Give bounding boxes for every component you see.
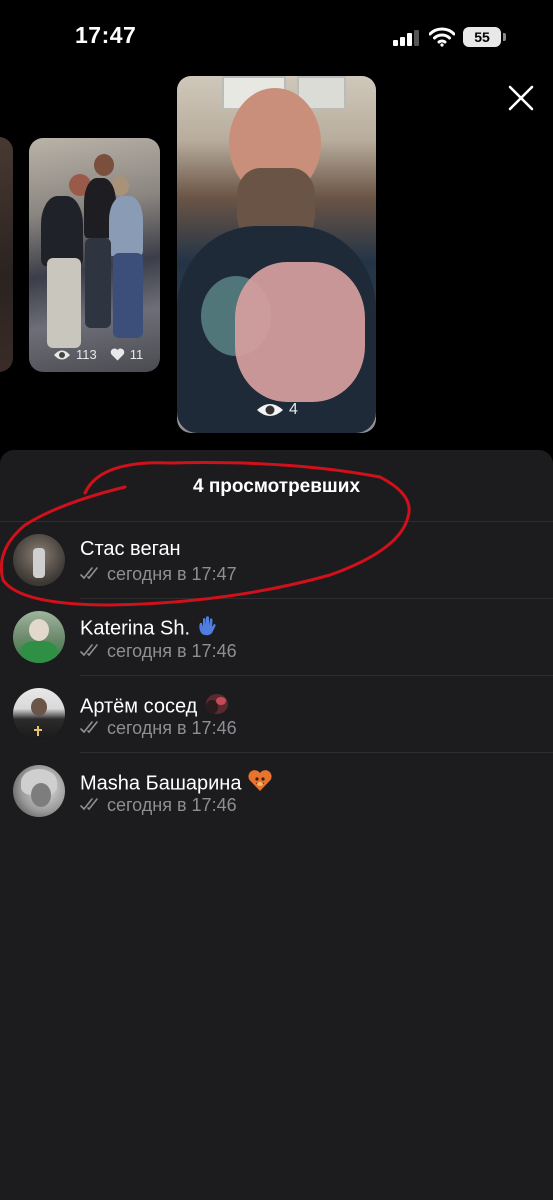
viewer-row[interactable]: Masha Башарина сегодня в 17:46	[0, 753, 553, 829]
viewers-sheet-title: 4 просмотревших	[192, 476, 361, 497]
avatar	[13, 534, 65, 586]
story-stats-previous: 113 11	[53, 347, 143, 362]
story-stats-current: 4	[256, 401, 298, 419]
viewer-seen-time: сегодня в 17:46	[80, 718, 237, 739]
double-check-icon	[80, 718, 102, 739]
story-views-count: 113	[76, 347, 97, 362]
viewer-name: Katerina Sh.	[80, 615, 218, 643]
cellular-signal-icon	[393, 30, 421, 46]
heart-icon	[110, 348, 125, 361]
double-check-icon	[80, 564, 102, 585]
viewer-name-text: Артём сосед	[80, 695, 198, 718]
viewer-name-text: Katerina Sh.	[80, 617, 191, 640]
viewer-name: Стас веган	[80, 538, 181, 560]
battery-icon: 55	[463, 27, 501, 47]
viewer-name-text: Masha Башарина	[80, 772, 242, 795]
viewer-seen-text: сегодня в 17:46	[107, 795, 237, 815]
eye-icon	[256, 402, 284, 418]
story-thumbnail-previous[interactable]: 113 11	[29, 138, 160, 372]
status-time: 17:47	[75, 22, 137, 48]
status-bar: 17:47 55	[0, 0, 553, 70]
wifi-icon	[428, 27, 456, 47]
avatar	[13, 611, 65, 663]
viewer-seen-time: сегодня в 17:46	[80, 795, 237, 816]
battery-nub	[503, 33, 506, 41]
viewer-row[interactable]: Стас веган сегодня в 17:47	[0, 522, 553, 598]
meat-package	[235, 262, 365, 402]
viewer-seen-text: сегодня в 17:46	[107, 718, 237, 738]
orange-heart-face-icon	[247, 769, 273, 799]
close-button[interactable]	[505, 82, 537, 114]
eye-icon	[53, 349, 71, 361]
waving-hand-icon	[196, 615, 218, 643]
close-icon	[508, 85, 534, 111]
avatar	[13, 765, 65, 817]
viewer-seen-text: сегодня в 17:46	[107, 641, 237, 661]
story-thumbnail-current[interactable]: 4	[177, 76, 376, 433]
viewer-seen-time: сегодня в 17:47	[80, 564, 237, 585]
viewer-seen-time: сегодня в 17:46	[80, 641, 237, 662]
avatar	[13, 688, 65, 740]
viewer-row[interactable]: Katerina Sh. сегодня в 17:46	[0, 599, 553, 675]
double-check-icon	[80, 795, 102, 816]
story-likes-count: 11	[129, 347, 144, 362]
viewer-seen-text: сегодня в 17:47	[107, 564, 237, 584]
story-views-count: 4	[289, 401, 298, 418]
story-thumbnail-partial[interactable]	[0, 137, 13, 372]
viewer-row[interactable]: Артём сосед сегодня в 17:46	[0, 676, 553, 752]
double-check-icon	[80, 641, 102, 662]
